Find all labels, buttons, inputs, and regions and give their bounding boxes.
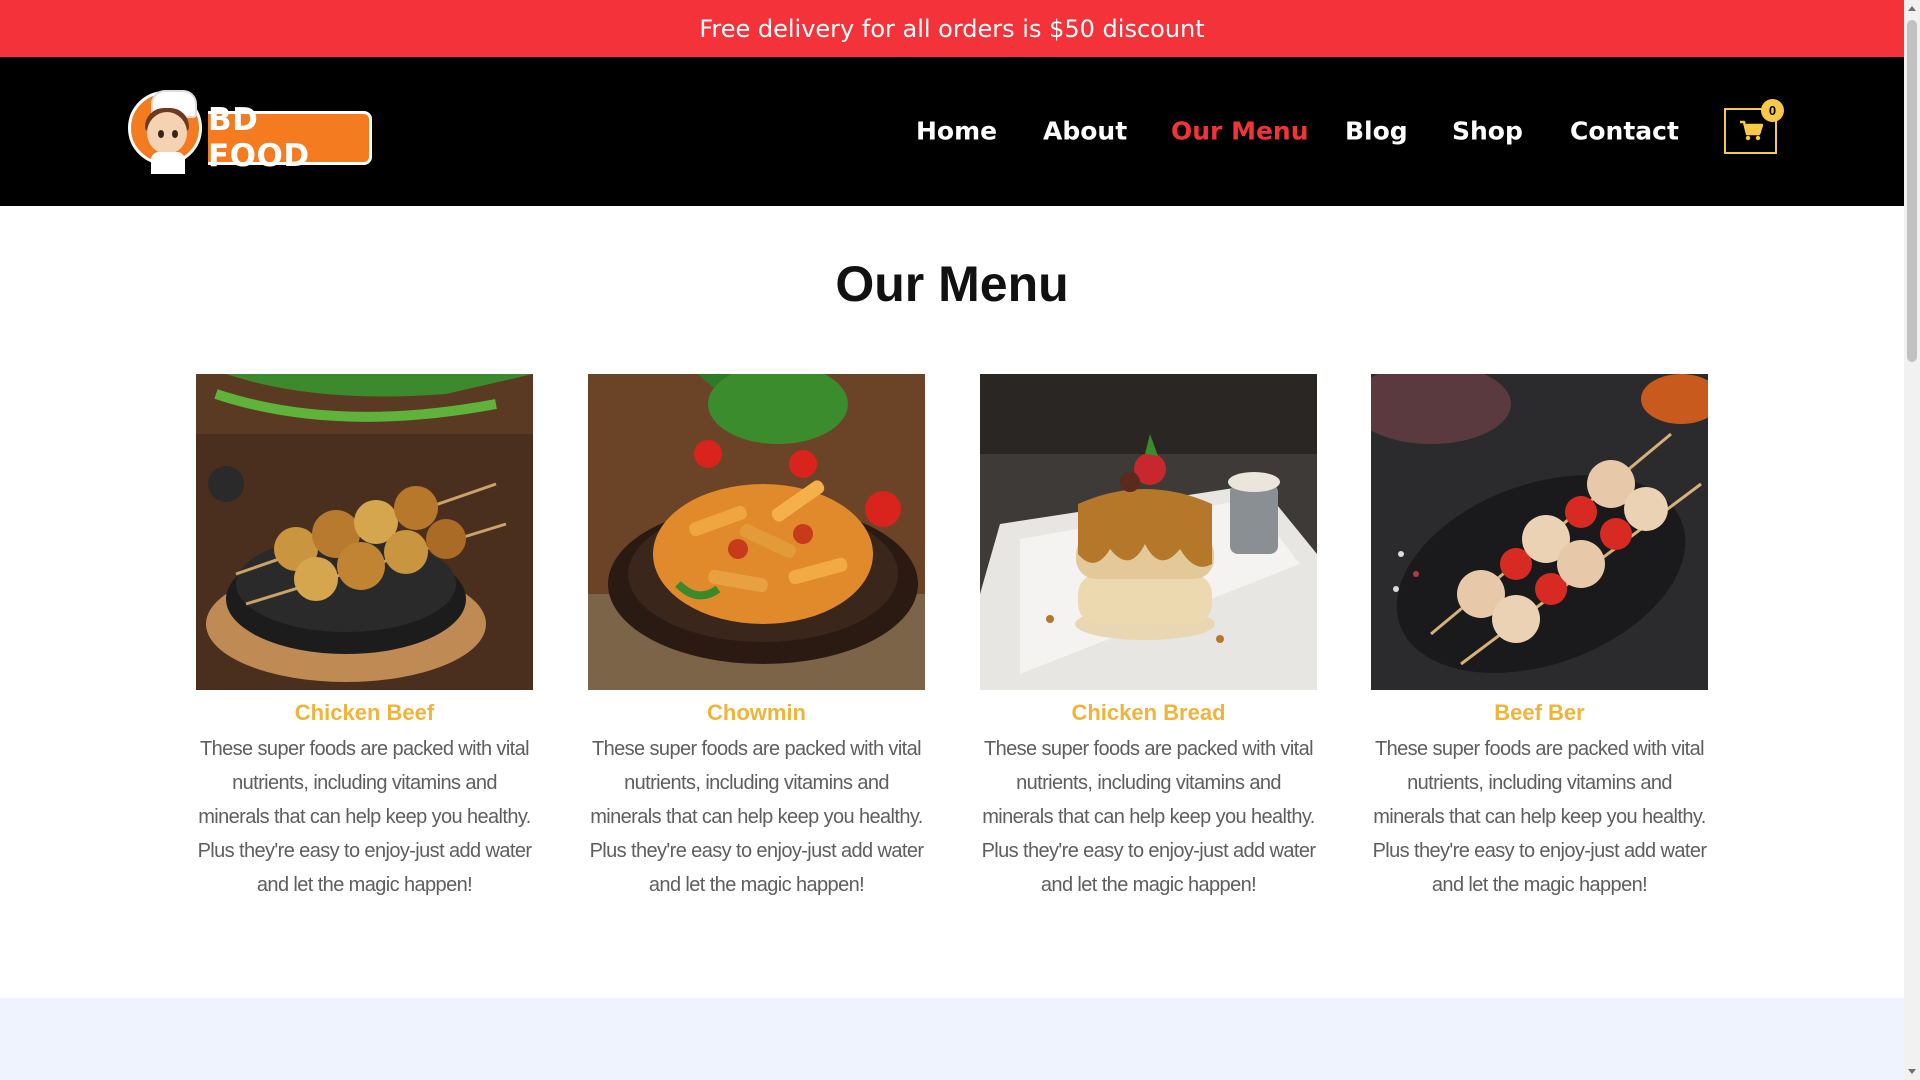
penne-pasta-photo	[588, 374, 925, 690]
menu-item-name: Chicken Beef	[294, 700, 435, 725]
page-title: Our Menu	[835, 256, 1069, 312]
nav-about[interactable]: About	[1043, 117, 1127, 146]
menu-item-name: Beef Ber	[1494, 700, 1585, 725]
scroll-down-arrow-icon[interactable]	[1908, 1069, 1916, 1074]
menu-item-description: These super foods are packed with vital …	[589, 738, 924, 896]
menu-item-description: These super foods are packed with vital …	[1372, 738, 1707, 896]
chicken-kebab-photo	[1371, 374, 1708, 690]
cart-button[interactable]: 0	[1724, 99, 1784, 154]
menu-item-name: Chicken Bread	[1071, 700, 1226, 725]
nav-shop[interactable]: Shop	[1452, 117, 1523, 146]
site-header: BD FOOD Home About Our Menu Blog Shop Co…	[0, 57, 1904, 206]
scroll-up-arrow-icon[interactable]	[1908, 6, 1916, 11]
cart-count-badge: 0	[1761, 99, 1784, 122]
menu-item-description: These super foods are packed with vital …	[981, 738, 1316, 896]
nav-our-menu[interactable]: Our Menu	[1171, 117, 1309, 146]
menu-card[interactable]: Chicken Bread These super foods are pack…	[980, 374, 1317, 902]
page-scrollbar[interactable]	[1904, 0, 1920, 1080]
main-nav: Home About Our Menu Blog Shop Contact	[0, 57, 1904, 206]
cart-icon	[1739, 120, 1763, 141]
menu-item-description: These super foods are packed with vital …	[197, 738, 532, 896]
menu-card[interactable]: Chowmin These super foods are packed wit…	[588, 374, 925, 902]
menu-item-name: Chowmin	[707, 700, 806, 725]
menu-card[interactable]: Beef Ber These super foods are packed wi…	[1371, 374, 1708, 902]
menu-card[interactable]: Chicken Beef These super foods are packe…	[196, 374, 533, 902]
page: Free delivery for all orders is $50 disc…	[0, 0, 1904, 1080]
pancake-stack-photo	[980, 374, 1317, 690]
promo-bar: Free delivery for all orders is $50 disc…	[0, 0, 1904, 57]
next-section	[0, 998, 1904, 1080]
scroll-thumb[interactable]	[1907, 20, 1917, 362]
nav-blog[interactable]: Blog	[1345, 117, 1408, 146]
chicken-skewers-photo	[196, 374, 533, 690]
nav-home[interactable]: Home	[916, 117, 997, 146]
nav-contact[interactable]: Contact	[1570, 117, 1679, 146]
promo-text: Free delivery for all orders is $50 disc…	[699, 14, 1205, 43]
